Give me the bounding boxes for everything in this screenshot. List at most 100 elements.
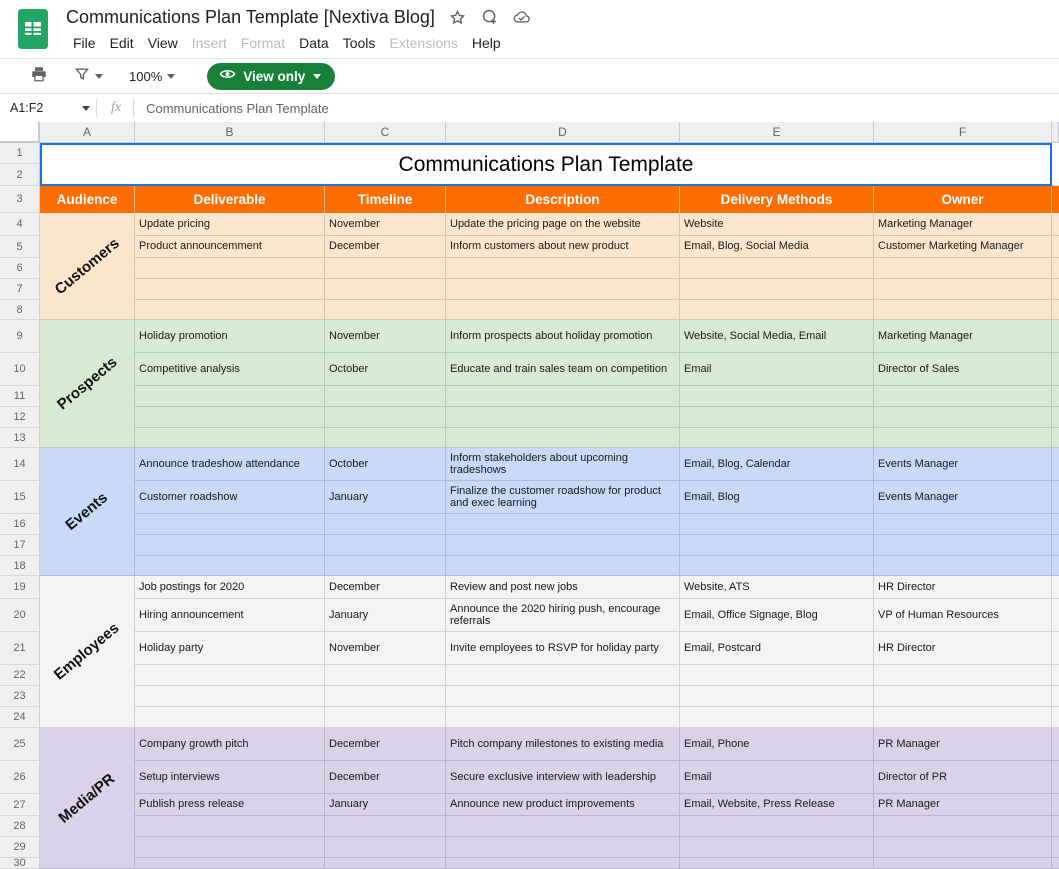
cell[interactable]	[135, 858, 325, 869]
row-header[interactable]: 2	[0, 164, 40, 186]
cell-description[interactable]: Announce new product improvements	[446, 794, 680, 816]
header-sliver[interactable]	[1052, 186, 1059, 213]
cell[interactable]	[325, 386, 446, 407]
row-header[interactable]: 15	[0, 481, 40, 514]
cell-delivery-methods[interactable]: Email, Office Signage, Blog	[680, 599, 874, 632]
cell[interactable]	[325, 858, 446, 869]
cell-deliverable[interactable]: Announce tradeshow attendance	[135, 448, 325, 481]
cell[interactable]	[325, 556, 446, 576]
cell[interactable]	[135, 707, 325, 728]
cell[interactable]	[680, 279, 874, 300]
cell[interactable]	[135, 556, 325, 576]
cell[interactable]	[1052, 143, 1059, 186]
cell-owner[interactable]: Director of Sales	[874, 353, 1052, 386]
formula-input[interactable]: Communications Plan Template	[146, 101, 329, 116]
cell[interactable]	[874, 556, 1052, 576]
cell[interactable]	[1052, 858, 1059, 869]
cell[interactable]	[680, 258, 874, 279]
cell-description[interactable]: Educate and train sales team on competit…	[446, 353, 680, 386]
cell-deliverable[interactable]: Holiday party	[135, 632, 325, 665]
cell[interactable]	[680, 686, 874, 707]
row-header[interactable]: 30	[0, 858, 40, 869]
cell-description[interactable]: Inform customers about new product	[446, 236, 680, 258]
header-delivery-methods[interactable]: Delivery Methods	[680, 186, 874, 213]
cell[interactable]	[325, 428, 446, 448]
cell[interactable]	[1052, 728, 1059, 761]
select-all-corner[interactable]	[0, 122, 40, 143]
row-header[interactable]: 16	[0, 514, 40, 535]
cell-timeline[interactable]: December	[325, 761, 446, 794]
row-header[interactable]: 11	[0, 386, 40, 407]
cell[interactable]	[1052, 448, 1059, 481]
cell-owner[interactable]: Marketing Manager	[874, 320, 1052, 353]
cell-deliverable[interactable]: Setup interviews	[135, 761, 325, 794]
header-description[interactable]: Description	[446, 186, 680, 213]
header-deliverable[interactable]: Deliverable	[135, 186, 325, 213]
cell-timeline[interactable]: January	[325, 481, 446, 514]
cell[interactable]	[135, 514, 325, 535]
cell-delivery-methods[interactable]: Website, Social Media, Email	[680, 320, 874, 353]
name-box[interactable]: A1:F2	[0, 101, 96, 115]
row-header[interactable]: 17	[0, 535, 40, 556]
cell[interactable]	[1052, 535, 1059, 556]
cell[interactable]	[446, 816, 680, 837]
cell[interactable]	[1052, 514, 1059, 535]
cell[interactable]	[135, 300, 325, 320]
cell-deliverable[interactable]: Update pricing	[135, 213, 325, 236]
cell-deliverable[interactable]: Publish press release	[135, 794, 325, 816]
cell-owner[interactable]: Events Manager	[874, 448, 1052, 481]
audience-cell-prospects[interactable]: Prospects	[40, 320, 135, 448]
cell[interactable]	[1052, 761, 1059, 794]
row-header[interactable]: 5	[0, 236, 40, 258]
row-header[interactable]: 13	[0, 428, 40, 448]
cell[interactable]	[135, 428, 325, 448]
cell-timeline[interactable]: December	[325, 728, 446, 761]
menu-data[interactable]: Data	[292, 32, 336, 54]
cell[interactable]	[446, 665, 680, 686]
menu-view[interactable]: View	[141, 32, 185, 54]
cell[interactable]	[1052, 428, 1059, 448]
cell[interactable]	[874, 707, 1052, 728]
cell[interactable]	[1052, 236, 1059, 258]
column-header-d[interactable]: D	[446, 122, 680, 143]
row-header[interactable]: 19	[0, 576, 40, 599]
cell[interactable]	[446, 858, 680, 869]
cell[interactable]	[446, 686, 680, 707]
cell[interactable]	[1052, 386, 1059, 407]
cell-owner[interactable]: Events Manager	[874, 481, 1052, 514]
cell[interactable]	[874, 407, 1052, 428]
cell[interactable]	[874, 858, 1052, 869]
cell-timeline[interactable]: November	[325, 213, 446, 236]
column-header-c[interactable]: C	[325, 122, 446, 143]
cell[interactable]	[325, 514, 446, 535]
cell-description[interactable]: Pitch company milestones to existing med…	[446, 728, 680, 761]
row-header[interactable]: 12	[0, 407, 40, 428]
cell[interactable]	[325, 258, 446, 279]
cell[interactable]	[446, 407, 680, 428]
cell-delivery-methods[interactable]: Website	[680, 213, 874, 236]
cell[interactable]	[446, 258, 680, 279]
cell-description[interactable]: Inform stakeholders about upcoming trade…	[446, 448, 680, 481]
cell-owner[interactable]: HR Director	[874, 632, 1052, 665]
document-title[interactable]: Communications Plan Template [Nextiva Bl…	[66, 7, 435, 28]
cell[interactable]	[874, 816, 1052, 837]
cell[interactable]	[1052, 707, 1059, 728]
row-header[interactable]: 8	[0, 300, 40, 320]
cell[interactable]	[325, 665, 446, 686]
cell-description[interactable]: Review and post new jobs	[446, 576, 680, 599]
cell[interactable]	[446, 707, 680, 728]
row-header[interactable]: 25	[0, 728, 40, 761]
cell[interactable]	[325, 535, 446, 556]
cell-owner[interactable]: HR Director	[874, 576, 1052, 599]
cell-timeline[interactable]: November	[325, 632, 446, 665]
cell-description[interactable]: Invite employees to RSVP for holiday par…	[446, 632, 680, 665]
column-header-e[interactable]: E	[680, 122, 874, 143]
cell[interactable]	[135, 665, 325, 686]
cell[interactable]	[874, 665, 1052, 686]
cell[interactable]	[680, 386, 874, 407]
cell[interactable]	[446, 279, 680, 300]
cell[interactable]	[874, 837, 1052, 858]
cell-owner[interactable]: PR Manager	[874, 728, 1052, 761]
star-icon[interactable]	[449, 8, 467, 26]
filter-button[interactable]	[74, 66, 103, 87]
